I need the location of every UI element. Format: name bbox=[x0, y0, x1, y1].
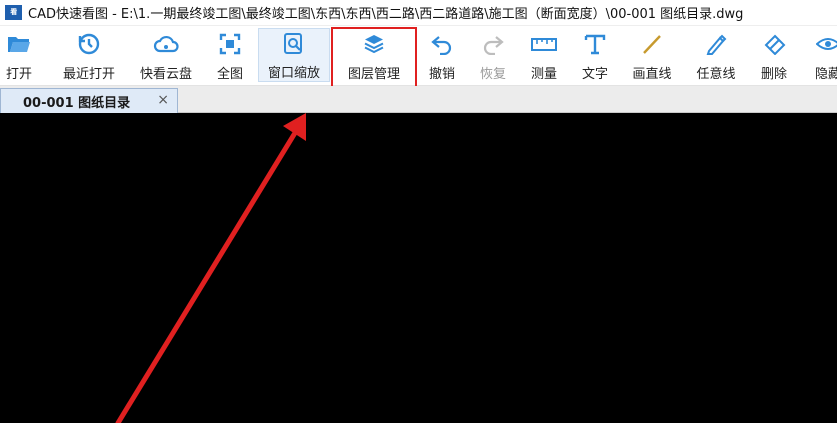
zoom-window-icon bbox=[281, 32, 307, 56]
hide-button[interactable]: 隐藏 bbox=[806, 28, 837, 82]
eye-hide-icon bbox=[815, 31, 837, 57]
text-button[interactable]: 文字 bbox=[576, 28, 614, 82]
pen-icon bbox=[703, 31, 729, 57]
title-bar: 看 CAD快速看图 - E:\1.一期最终竣工图\最终竣工图\东西\东西\西二路… bbox=[0, 0, 837, 26]
ruler-icon bbox=[531, 31, 557, 57]
document-tab-label: 00-001 图纸目录 bbox=[23, 95, 131, 111]
recent-button[interactable]: 最近打开 bbox=[58, 28, 120, 82]
close-tab-icon[interactable]: × bbox=[157, 92, 169, 108]
undo-button[interactable]: 撤销 bbox=[423, 28, 461, 82]
redo-icon bbox=[480, 31, 506, 57]
freehand-line-button[interactable]: 任意线 bbox=[691, 28, 741, 82]
redo-button[interactable]: 恢复 bbox=[474, 28, 512, 82]
draw-line-button[interactable]: 画直线 bbox=[627, 28, 677, 82]
cloud-button[interactable]: 快看云盘 bbox=[137, 28, 195, 82]
document-tab[interactable]: 00-001 图纸目录 × bbox=[0, 88, 178, 113]
history-icon bbox=[76, 31, 102, 57]
measure-button[interactable]: 测量 bbox=[525, 28, 563, 82]
line-icon bbox=[639, 31, 665, 57]
toolbar: 打开 最近打开 快看云盘 全图 窗口缩放 图层管理 撤销 恢复 测量 文字 画直… bbox=[0, 26, 837, 86]
layers-icon bbox=[361, 31, 387, 57]
fit-screen-icon bbox=[217, 31, 243, 57]
undo-icon bbox=[429, 31, 455, 57]
layer-manager-button[interactable]: 图层管理 bbox=[337, 28, 411, 82]
cloud-icon bbox=[153, 31, 179, 57]
full-view-button[interactable]: 全图 bbox=[213, 28, 247, 82]
delete-button[interactable]: 删除 bbox=[755, 28, 793, 82]
drawing-canvas[interactable] bbox=[0, 113, 837, 423]
app-logo-icon: 看 bbox=[5, 5, 22, 20]
open-button[interactable]: 打开 bbox=[2, 28, 36, 82]
folder-icon bbox=[6, 31, 32, 57]
eraser-icon bbox=[761, 31, 787, 57]
window-title: CAD快速看图 - E:\1.一期最终竣工图\最终竣工图\东西\东西\西二路\西… bbox=[28, 7, 744, 22]
zoom-window-button[interactable]: 窗口缩放 bbox=[258, 28, 330, 82]
document-tab-bar: 00-001 图纸目录 × bbox=[0, 86, 837, 113]
text-icon bbox=[582, 31, 608, 57]
